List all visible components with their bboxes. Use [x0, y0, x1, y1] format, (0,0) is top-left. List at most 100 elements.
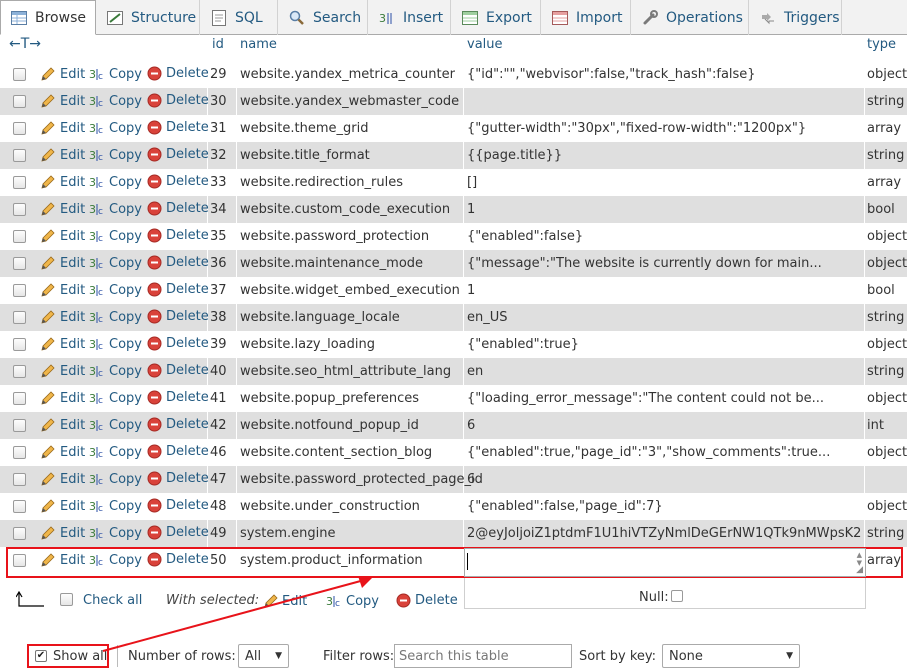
- cell-name[interactable]: website.password_protected_page_id: [240, 472, 483, 487]
- row-edit-button[interactable]: Edit: [40, 174, 85, 190]
- row-delete-button[interactable]: Delete: [147, 363, 209, 378]
- row-edit-button[interactable]: Edit: [40, 471, 85, 487]
- row-copy-button[interactable]: 3 c Copy: [89, 201, 142, 218]
- row-delete-button[interactable]: Delete: [147, 336, 209, 351]
- inline-value-editor[interactable]: ▲ ▼ ◢: [464, 548, 866, 577]
- row-copy-button[interactable]: 3 c Copy: [89, 93, 142, 110]
- cell-name[interactable]: website.redirection_rules: [240, 175, 403, 190]
- row-copy-button[interactable]: 3 c Copy: [89, 390, 142, 407]
- cell-name[interactable]: website.under_construction: [240, 499, 420, 514]
- resize-grip-icon[interactable]: ◢: [856, 565, 863, 575]
- cell-value[interactable]: {{page.title}}: [467, 148, 562, 163]
- cell-value[interactable]: {"loading_error_message":"The content co…: [467, 391, 824, 406]
- cell-type[interactable]: object: [867, 445, 907, 460]
- row-checkbox[interactable]: [13, 500, 26, 513]
- row-copy-button[interactable]: 3 c Copy: [89, 417, 142, 434]
- row-edit-button[interactable]: Edit: [40, 336, 85, 352]
- cell-value[interactable]: en_US: [467, 310, 508, 325]
- row-edit-button[interactable]: Edit: [40, 93, 85, 109]
- row-copy-button[interactable]: 3 c Copy: [89, 66, 142, 83]
- cell-name[interactable]: website.yandex_webmaster_code: [240, 94, 459, 109]
- row-edit-button[interactable]: Edit: [40, 282, 85, 298]
- cell-value[interactable]: {"enabled":false,"page_id":7}: [467, 499, 663, 514]
- row-delete-button[interactable]: Delete: [147, 471, 209, 486]
- tab-insert[interactable]: 3 Insert: [369, 0, 451, 35]
- row-checkbox[interactable]: [13, 149, 26, 162]
- bulk-copy-button[interactable]: 3c Copy: [326, 593, 379, 610]
- cell-type[interactable]: array: [867, 175, 901, 190]
- tab-export[interactable]: Export: [452, 0, 541, 35]
- column-toggle-arrows[interactable]: ←T→: [9, 36, 41, 52]
- column-header-value[interactable]: value: [467, 37, 503, 52]
- row-copy-button[interactable]: 3 c Copy: [89, 174, 142, 191]
- cell-type[interactable]: bool: [867, 283, 895, 298]
- cell-type[interactable]: object: [867, 499, 907, 514]
- row-copy-button[interactable]: 3 c Copy: [89, 363, 142, 380]
- row-checkbox[interactable]: [13, 338, 26, 351]
- cell-value[interactable]: 1: [467, 283, 475, 298]
- bulk-delete-button[interactable]: Delete: [396, 593, 458, 608]
- row-edit-button[interactable]: Edit: [40, 498, 85, 514]
- bulk-edit-button[interactable]: Edit: [263, 593, 307, 609]
- row-delete-button[interactable]: Delete: [147, 147, 209, 162]
- row-delete-button[interactable]: Delete: [147, 498, 209, 513]
- row-edit-button[interactable]: Edit: [40, 120, 85, 136]
- cell-name[interactable]: website.password_protection: [240, 229, 429, 244]
- cell-value[interactable]: 2@eyJoljoiZ1ptdmF1U1hiVTZyNmlDeGErNW1QTk…: [467, 526, 862, 541]
- row-delete-button[interactable]: Delete: [147, 309, 209, 324]
- row-delete-button[interactable]: Delete: [147, 93, 209, 108]
- cell-type[interactable]: string: [867, 526, 904, 541]
- row-copy-button[interactable]: 3 c Copy: [89, 444, 142, 461]
- row-copy-button[interactable]: 3 c Copy: [89, 336, 142, 353]
- cell-name[interactable]: website.custom_code_execution: [240, 202, 450, 217]
- cell-value[interactable]: []: [467, 175, 477, 190]
- row-delete-button[interactable]: Delete: [147, 228, 209, 243]
- column-header-name[interactable]: name: [240, 37, 277, 52]
- row-delete-button[interactable]: Delete: [147, 282, 209, 297]
- row-copy-button[interactable]: 3 c Copy: [89, 147, 142, 164]
- row-delete-button[interactable]: Delete: [147, 174, 209, 189]
- cell-type[interactable]: string: [867, 94, 904, 109]
- cell-name[interactable]: website.yandex_metrica_counter: [240, 67, 455, 82]
- row-checkbox[interactable]: [13, 284, 26, 297]
- row-checkbox[interactable]: [13, 95, 26, 108]
- cell-type[interactable]: string: [867, 364, 904, 379]
- row-delete-button[interactable]: Delete: [147, 66, 209, 81]
- row-copy-button[interactable]: 3 c Copy: [89, 120, 142, 137]
- row-checkbox[interactable]: [13, 257, 26, 270]
- cell-name[interactable]: website.lazy_loading: [240, 337, 375, 352]
- tab-search[interactable]: Search: [279, 0, 368, 35]
- row-copy-button[interactable]: 3 c Copy: [89, 471, 142, 488]
- tab-import[interactable]: Import: [542, 0, 631, 35]
- tab-browse[interactable]: Browse: [0, 0, 96, 35]
- row-edit-button[interactable]: Edit: [40, 66, 85, 82]
- cell-name[interactable]: website.theme_grid: [240, 121, 368, 136]
- row-edit-button[interactable]: Edit: [40, 147, 85, 163]
- row-copy-button[interactable]: 3 c Copy: [89, 309, 142, 326]
- cell-value[interactable]: {"enabled":false}: [467, 229, 583, 244]
- row-checkbox[interactable]: [13, 176, 26, 189]
- row-checkbox[interactable]: [13, 230, 26, 243]
- cell-name[interactable]: system.engine: [240, 526, 335, 541]
- cell-value[interactable]: 6: [467, 472, 475, 487]
- row-delete-button[interactable]: Delete: [147, 417, 209, 432]
- row-edit-button[interactable]: Edit: [40, 525, 85, 541]
- cell-type[interactable]: string: [867, 310, 904, 325]
- row-checkbox[interactable]: [13, 68, 26, 81]
- cell-type[interactable]: bool: [867, 202, 895, 217]
- cell-value[interactable]: {"id":"","webvisor":false,"track_hash":f…: [467, 67, 756, 82]
- tab-structure[interactable]: Structure: [97, 0, 200, 35]
- cell-value[interactable]: 1: [467, 202, 475, 217]
- cell-name[interactable]: website.content_section_blog: [240, 445, 432, 460]
- row-checkbox[interactable]: [13, 446, 26, 459]
- row-delete-button[interactable]: Delete: [147, 444, 209, 459]
- row-delete-button[interactable]: Delete: [147, 390, 209, 405]
- row-edit-button[interactable]: Edit: [40, 309, 85, 325]
- column-header-id[interactable]: id: [212, 37, 224, 52]
- row-edit-button[interactable]: Edit: [40, 201, 85, 217]
- row-checkbox[interactable]: [13, 203, 26, 216]
- cell-value[interactable]: {"enabled":true,"page_id":"3","show_comm…: [467, 445, 830, 460]
- row-copy-button[interactable]: 3 c Copy: [89, 282, 142, 299]
- row-edit-button[interactable]: Edit: [40, 363, 85, 379]
- row-copy-button[interactable]: 3 c Copy: [89, 228, 142, 245]
